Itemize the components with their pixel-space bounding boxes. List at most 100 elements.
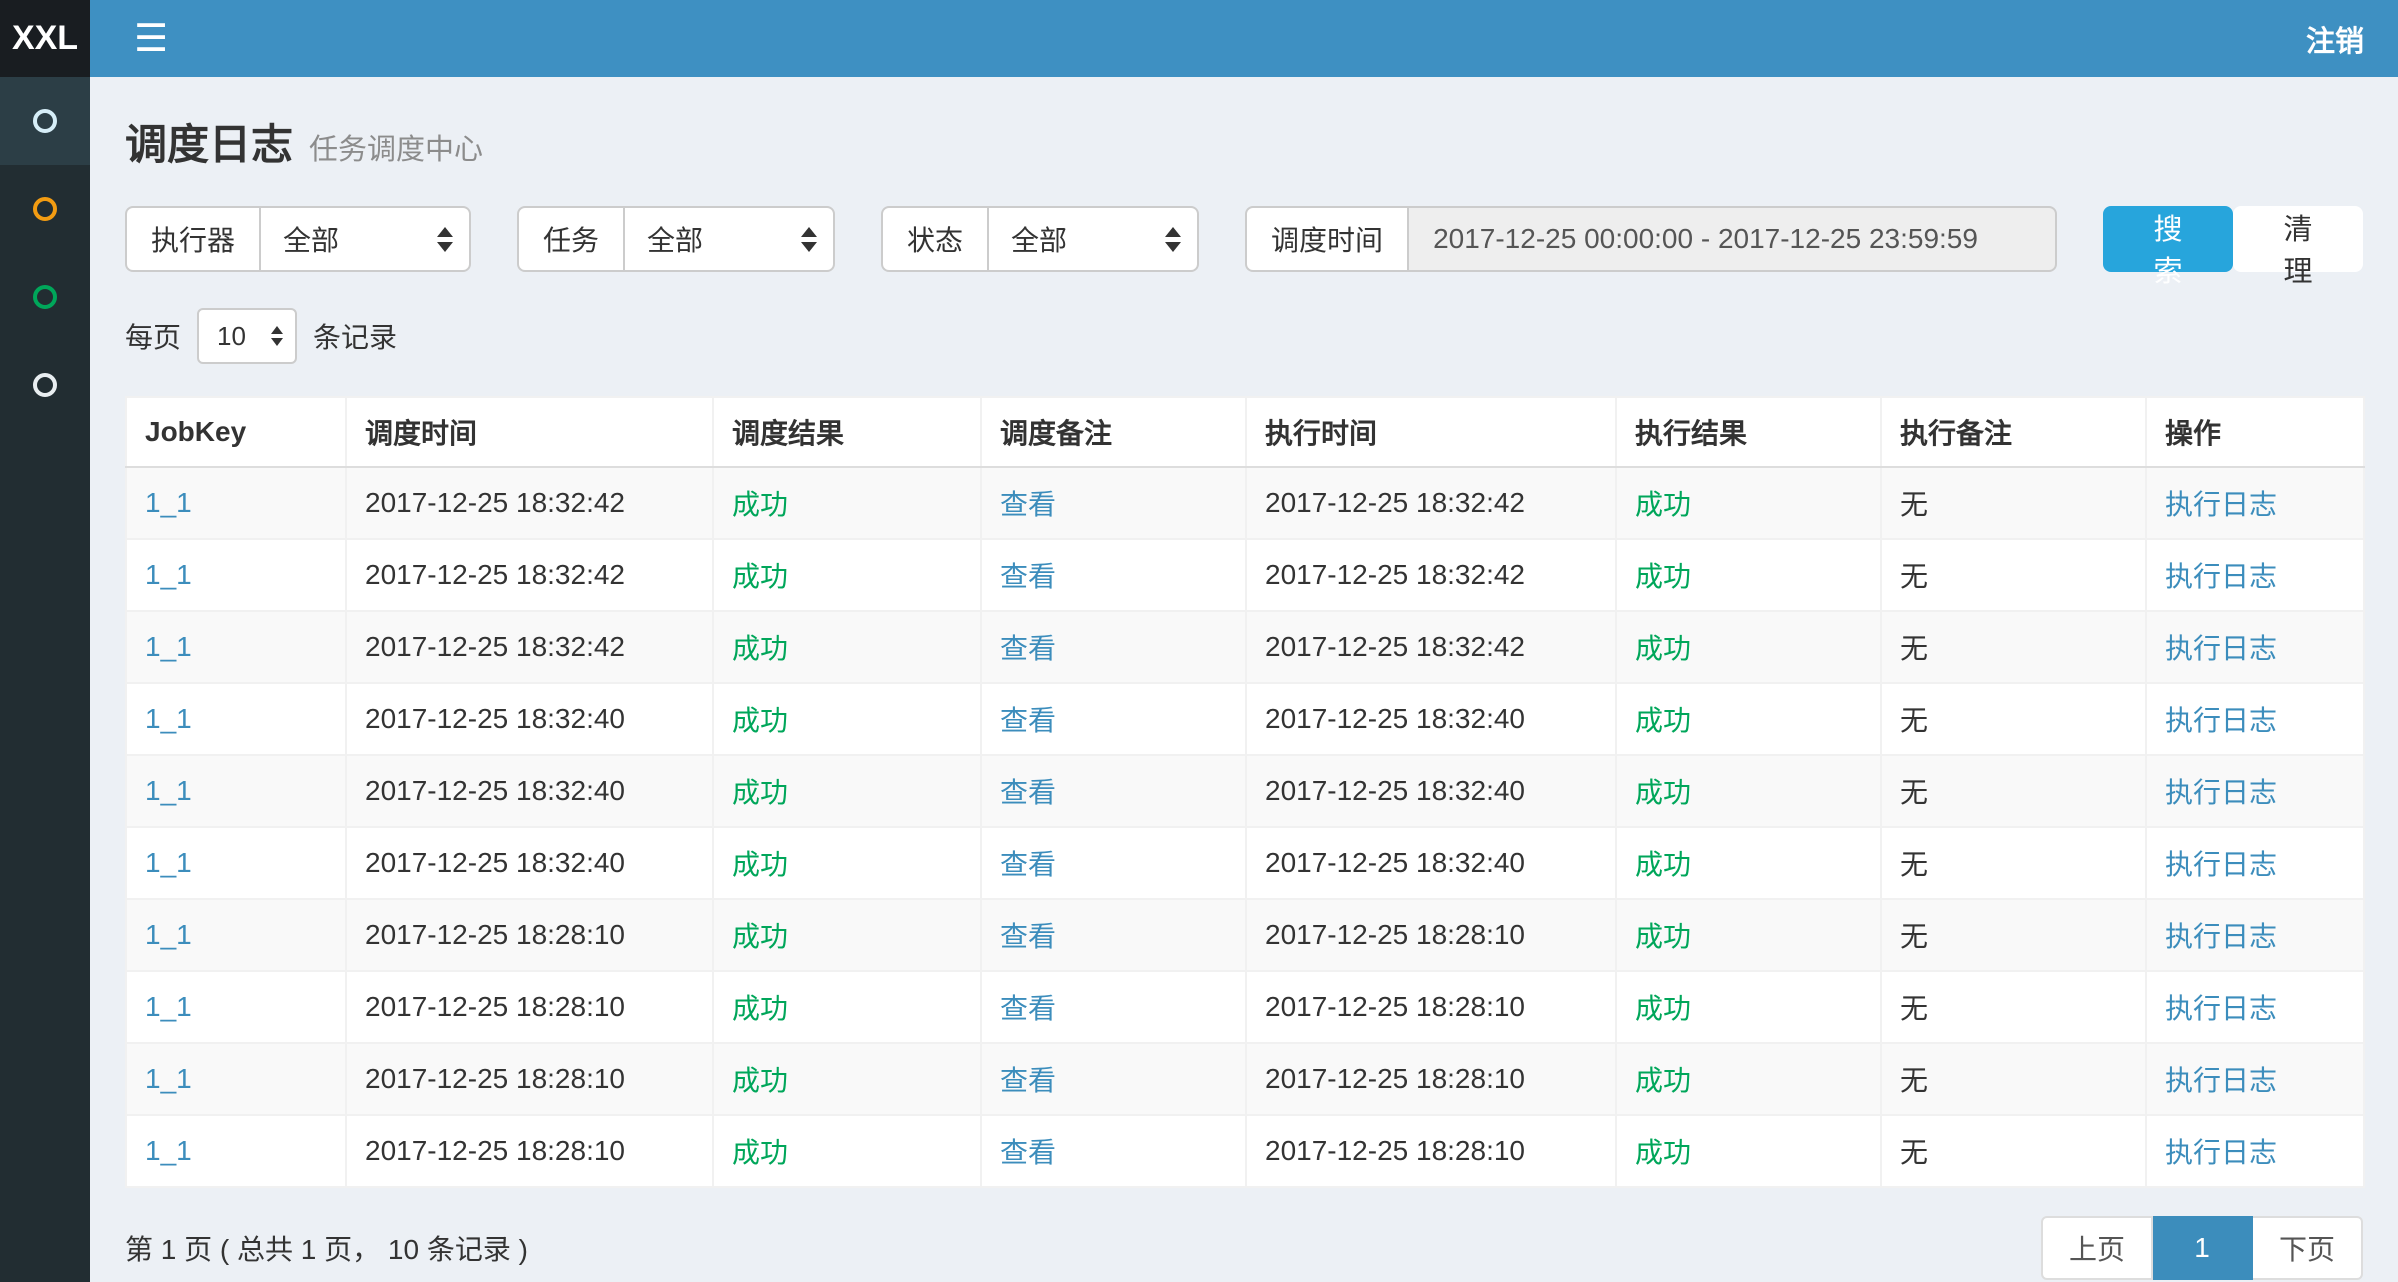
sidebar-toggle-icon[interactable]: ☰ bbox=[134, 20, 168, 58]
clear-button[interactable]: 清理 bbox=[2233, 206, 2363, 272]
trigger-time-filter-group: 调度时间 2017-12-25 00:00:00 - 2017-12-25 23… bbox=[1245, 206, 2057, 272]
handle-time: 2017-12-25 18:32:42 bbox=[1265, 559, 1525, 590]
sidebar-item-1[interactable] bbox=[0, 77, 90, 165]
trigger-msg-link[interactable]: 查看 bbox=[1000, 633, 1056, 664]
status-select[interactable]: 全部 bbox=[987, 206, 1199, 272]
trigger-msg-link[interactable]: 查看 bbox=[1000, 705, 1056, 736]
perpage-prefix: 每页 bbox=[125, 316, 181, 356]
trigger-msg-link[interactable]: 查看 bbox=[1000, 777, 1056, 808]
exec-log-link[interactable]: 执行日志 bbox=[2165, 777, 2277, 808]
jobkey-link[interactable]: 1_1 bbox=[145, 487, 192, 518]
exec-log-link[interactable]: 执行日志 bbox=[2165, 1137, 2277, 1168]
jobkey-link[interactable]: 1_1 bbox=[145, 991, 192, 1022]
trigger-msg-link[interactable]: 查看 bbox=[1000, 1137, 1056, 1168]
handle-msg: 无 bbox=[1900, 1065, 1928, 1096]
sidebar-item-3[interactable] bbox=[0, 253, 90, 341]
jobkey-link-cell: 1_1 bbox=[126, 899, 346, 971]
trigger-msg-link[interactable]: 查看 bbox=[1000, 561, 1056, 592]
table-row: 1_12017-12-25 18:28:10成功查看2017-12-25 18:… bbox=[126, 1115, 2364, 1187]
exec-log-link[interactable]: 执行日志 bbox=[2165, 489, 2277, 520]
handle-msg: 无 bbox=[1900, 921, 1928, 952]
executor-filter-label: 执行器 bbox=[125, 206, 259, 272]
search-button[interactable]: 搜索 bbox=[2103, 206, 2233, 272]
handle-result: 成功 bbox=[1635, 777, 1691, 808]
trigger-time: 2017-12-25 18:32:42 bbox=[365, 559, 625, 590]
jobkey-link[interactable]: 1_1 bbox=[145, 631, 192, 662]
logout-link[interactable]: 注销 bbox=[2306, 18, 2364, 60]
handle-time-cell: 2017-12-25 18:32:40 bbox=[1246, 755, 1616, 827]
app-logo[interactable]: XXL bbox=[0, 0, 90, 77]
trigger-result: 成功 bbox=[732, 705, 788, 736]
trigger-msg-link[interactable]: 查看 bbox=[1000, 849, 1056, 880]
jobkey-link[interactable]: 1_1 bbox=[145, 1063, 192, 1094]
trigger-result-cell: 成功 bbox=[713, 899, 981, 971]
executor-select[interactable]: 全部 bbox=[259, 206, 471, 272]
jobkey-link[interactable]: 1_1 bbox=[145, 1135, 192, 1166]
jobkey-link[interactable]: 1_1 bbox=[145, 847, 192, 878]
trigger-msg-link-cell: 查看 bbox=[981, 971, 1246, 1043]
status-filter-label: 状态 bbox=[881, 206, 987, 272]
table-header-row: JobKey调度时间调度结果调度备注执行时间执行结果执行备注操作 bbox=[126, 397, 2364, 467]
trigger-result: 成功 bbox=[732, 1065, 788, 1096]
jobkey-link-cell: 1_1 bbox=[126, 1115, 346, 1187]
trigger-msg-link-cell: 查看 bbox=[981, 1115, 1246, 1187]
page-title: 调度日志 bbox=[125, 111, 293, 172]
handle-result: 成功 bbox=[1635, 1137, 1691, 1168]
handle-result-cell: 成功 bbox=[1616, 539, 1881, 611]
perpage-select[interactable]: 10 bbox=[197, 308, 297, 364]
next-page-button[interactable]: 下页 bbox=[2253, 1216, 2363, 1280]
trigger-time-range-input[interactable]: 2017-12-25 00:00:00 - 2017-12-25 23:59:5… bbox=[1407, 206, 2057, 272]
trigger-time: 2017-12-25 18:28:10 bbox=[365, 1135, 625, 1166]
exec-log-link-cell: 执行日志 bbox=[2146, 539, 2364, 611]
jobkey-link[interactable]: 1_1 bbox=[145, 775, 192, 806]
exec-log-link[interactable]: 执行日志 bbox=[2165, 561, 2277, 592]
top-navbar: XXL ☰ 注销 bbox=[0, 0, 2398, 77]
handle-result: 成功 bbox=[1635, 921, 1691, 952]
jobkey-link-cell: 1_1 bbox=[126, 539, 346, 611]
jobkey-link[interactable]: 1_1 bbox=[145, 703, 192, 734]
handle-time-cell: 2017-12-25 18:28:10 bbox=[1246, 1043, 1616, 1115]
jobkey-link-cell: 1_1 bbox=[126, 755, 346, 827]
handle-result-cell: 成功 bbox=[1616, 467, 1881, 539]
exec-log-link[interactable]: 执行日志 bbox=[2165, 633, 2277, 664]
exec-log-link[interactable]: 执行日志 bbox=[2165, 993, 2277, 1024]
prev-page-button[interactable]: 上页 bbox=[2041, 1216, 2153, 1280]
exec-log-link[interactable]: 执行日志 bbox=[2165, 921, 2277, 952]
sidebar bbox=[0, 77, 90, 1282]
job-select[interactable]: 全部 bbox=[623, 206, 835, 272]
sidebar-item-2[interactable] bbox=[0, 165, 90, 253]
handle-msg-cell: 无 bbox=[1881, 611, 2146, 683]
table-row: 1_1 2017-12-25 18:32:42 成功 查看 2017-12-25 18:… bbox=[126, 539, 2364, 611]
current-page-button[interactable]: 1 bbox=[2153, 1216, 2253, 1280]
jobkey-link[interactable]: 1_1 bbox=[145, 919, 192, 950]
handle-msg: 无 bbox=[1900, 561, 1928, 592]
exec-log-link-cell: 执行日志 bbox=[2146, 611, 2364, 683]
table-row: 1_12017-12-25 18:32:42成功查看2017-12-25 18:… bbox=[126, 611, 2364, 683]
page-header: 调度日志 任务调度中心 bbox=[125, 111, 2363, 172]
column-header: 调度时间 bbox=[346, 397, 713, 467]
table-row: 1_12017-12-25 18:32:42成功查看2017-12-25 18:… bbox=[126, 467, 2364, 539]
circle-icon bbox=[33, 373, 57, 397]
executor-select-value: 全部 bbox=[283, 219, 339, 259]
exec-log-link-cell: 执行日志 bbox=[2146, 467, 2364, 539]
trigger-time-cell: 2017-12-25 18:32:40 bbox=[346, 755, 713, 827]
trigger-result: 成功 bbox=[732, 849, 788, 880]
sidebar-item-4[interactable] bbox=[0, 341, 90, 429]
trigger-msg-link[interactable]: 查看 bbox=[1000, 1065, 1056, 1096]
page-subtitle: 任务调度中心 bbox=[309, 126, 483, 168]
exec-log-link[interactable]: 执行日志 bbox=[2165, 1065, 2277, 1096]
job-select-value: 全部 bbox=[647, 219, 703, 259]
column-header: 操作 bbox=[2146, 397, 2364, 467]
handle-msg: 无 bbox=[1900, 633, 1928, 664]
table-row: 1_1 2017-12-25 18:32:40 成功 查看 2017-12-25 18:… bbox=[126, 755, 2364, 827]
main-content: 调度日志 任务调度中心 执行器 全部 任务 全部 状态 全部 调度 bbox=[90, 77, 2398, 1282]
exec-log-link[interactable]: 执行日志 bbox=[2165, 705, 2277, 736]
exec-log-link[interactable]: 执行日志 bbox=[2165, 849, 2277, 880]
handle-time: 2017-12-25 18:28:10 bbox=[1265, 991, 1525, 1022]
handle-time: 2017-12-25 18:28:10 bbox=[1265, 919, 1525, 950]
trigger-msg-link[interactable]: 查看 bbox=[1000, 993, 1056, 1024]
log-table-body: 1_12017-12-25 18:32:42成功查看2017-12-25 18:… bbox=[126, 467, 2364, 1187]
trigger-msg-link[interactable]: 查看 bbox=[1000, 489, 1056, 520]
jobkey-link[interactable]: 1_1 bbox=[145, 559, 192, 590]
trigger-msg-link[interactable]: 查看 bbox=[1000, 921, 1056, 952]
